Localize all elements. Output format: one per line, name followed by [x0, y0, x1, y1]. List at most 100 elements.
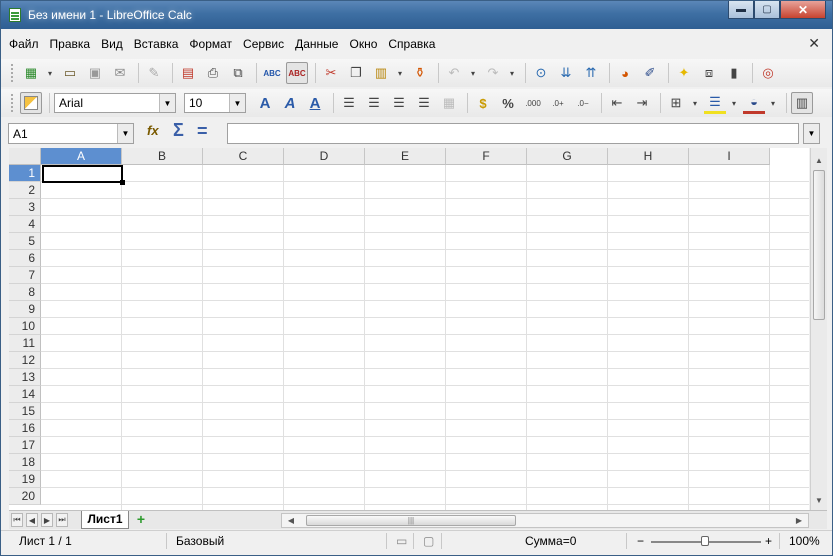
font-color-icon[interactable]: ◒ — [743, 92, 765, 114]
toolbar-grip[interactable] — [11, 64, 14, 82]
number-format-icon[interactable]: .000 — [522, 92, 544, 114]
menu-file[interactable]: Файл — [9, 37, 39, 51]
merge-cells-icon[interactable]: ▦ — [438, 92, 460, 114]
row-header-15[interactable]: 15 — [9, 403, 41, 420]
delete-decimal-icon[interactable]: .0− — [572, 92, 594, 114]
save-icon[interactable]: ▣ — [84, 62, 106, 84]
function-wizard-icon[interactable]: fx — [147, 123, 159, 138]
justify-icon[interactable]: ☰ — [413, 92, 435, 114]
database-icon[interactable]: ▮ — [723, 62, 745, 84]
row-header-20[interactable]: 20 — [9, 488, 41, 505]
row-header-16[interactable]: 16 — [9, 420, 41, 437]
undo-dropdown-icon[interactable]: ▾ — [468, 62, 478, 84]
row-header-13[interactable]: 13 — [9, 369, 41, 386]
column-header-e[interactable]: E — [365, 148, 446, 165]
align-left-icon[interactable]: ☰ — [338, 92, 360, 114]
column-header-b[interactable]: B — [122, 148, 203, 165]
sum-icon[interactable]: Σ — [173, 120, 184, 141]
redo-dropdown-icon[interactable]: ▾ — [507, 62, 517, 84]
background-dropdown-icon[interactable]: ▾ — [729, 92, 739, 114]
gallery-icon[interactable]: ✦ — [673, 62, 695, 84]
row-header-5[interactable]: 5 — [9, 233, 41, 250]
vertical-scrollbar[interactable]: ▲ ▼ — [810, 148, 827, 510]
name-box[interactable]: A1 ▼ — [8, 123, 134, 144]
align-right-icon[interactable]: ☰ — [388, 92, 410, 114]
currency-icon[interactable]: $ — [472, 92, 494, 114]
new-dropdown-icon[interactable]: ▾ — [45, 62, 55, 84]
navigator-icon[interactable]: ⊙ — [530, 62, 552, 84]
scroll-up-icon[interactable]: ▲ — [811, 152, 827, 168]
next-sheet-icon[interactable]: ▶ — [41, 513, 53, 527]
clone-formatting-icon[interactable]: ⚱ — [409, 62, 431, 84]
active-cell-cursor[interactable] — [42, 165, 125, 185]
print-icon[interactable]: ⎙ — [202, 62, 224, 84]
chevron-down-icon[interactable]: ▼ — [159, 94, 175, 112]
help-icon[interactable]: ◎ — [757, 62, 779, 84]
column-header-i[interactable]: I — [689, 148, 770, 165]
add-sheet-icon[interactable]: + — [131, 512, 151, 528]
redo-icon[interactable]: ↷ — [482, 62, 504, 84]
title-bar[interactable]: Без имени 1 - LibreOffice Calc ▬ ▢ ✕ — [1, 1, 832, 29]
row-header-14[interactable]: 14 — [9, 386, 41, 403]
sidebar-toggle-icon[interactable]: ▥ — [791, 92, 813, 114]
row-header-9[interactable]: 9 — [9, 301, 41, 318]
horizontal-scroll-thumb[interactable]: ||| — [306, 515, 516, 526]
last-sheet-icon[interactable]: ⏭ — [56, 513, 68, 527]
row-header-18[interactable]: 18 — [9, 454, 41, 471]
zoom-slider-knob[interactable] — [701, 536, 709, 546]
row-header-7[interactable]: 7 — [9, 267, 41, 284]
chevron-down-icon[interactable]: ▼ — [117, 124, 133, 143]
increase-indent-icon[interactable]: ⇥ — [631, 92, 653, 114]
scroll-right-icon[interactable]: ▶ — [792, 514, 806, 527]
column-header-c[interactable]: C — [203, 148, 284, 165]
row-header-3[interactable]: 3 — [9, 199, 41, 216]
minimize-button[interactable]: ▬ — [728, 1, 754, 19]
paste-icon[interactable]: ▥ — [370, 62, 392, 84]
zoom-level[interactable]: 100% — [789, 534, 820, 548]
page-style[interactable]: Базовый — [176, 534, 224, 548]
selection-mode-icon[interactable]: ▭ — [396, 534, 407, 548]
font-size-combobox[interactable]: 10 ▼ — [184, 93, 246, 113]
row-header-10[interactable]: 10 — [9, 318, 41, 335]
expand-formula-icon[interactable]: ▼ — [803, 123, 820, 144]
close-document-icon[interactable]: ✕ — [808, 35, 820, 52]
sort-descending-icon[interactable]: ⇊ — [555, 62, 577, 84]
italic-icon[interactable]: A — [279, 92, 301, 114]
autospellcheck-icon[interactable]: ABC — [286, 62, 308, 84]
menu-tools[interactable]: Сервис — [243, 37, 284, 51]
font-name-combobox[interactable]: Arial ▼ — [54, 93, 176, 113]
font-color-dropdown-icon[interactable]: ▾ — [768, 92, 778, 114]
print-preview-icon[interactable]: ⧉ — [227, 62, 249, 84]
percent-icon[interactable]: % — [497, 92, 519, 114]
horizontal-scrollbar[interactable]: ◀ ||| ▶ — [281, 513, 809, 528]
column-header-a[interactable]: A — [41, 148, 122, 165]
export-pdf-icon[interactable]: ▤ — [177, 62, 199, 84]
spellcheck-icon[interactable]: ABC — [261, 62, 283, 84]
cut-icon[interactable]: ✂ — [320, 62, 342, 84]
previous-sheet-icon[interactable]: ◀ — [26, 513, 38, 527]
styles-icon[interactable] — [20, 92, 42, 114]
zoom-out-icon[interactable]: − — [637, 534, 644, 548]
add-decimal-icon[interactable]: .0+ — [547, 92, 569, 114]
close-window-button[interactable]: ✕ — [780, 1, 826, 19]
copy-icon[interactable]: ❐ — [345, 62, 367, 84]
row-header-19[interactable]: 19 — [9, 471, 41, 488]
column-header-g[interactable]: G — [527, 148, 608, 165]
column-header-f[interactable]: F — [446, 148, 527, 165]
menu-help[interactable]: Справка — [388, 37, 435, 51]
data-sources-icon[interactable]: ⧈ — [698, 62, 720, 84]
open-icon[interactable]: ▭ — [59, 62, 81, 84]
decrease-indent-icon[interactable]: ⇤ — [606, 92, 628, 114]
borders-dropdown-icon[interactable]: ▾ — [690, 92, 700, 114]
menu-edit[interactable]: Правка — [50, 37, 91, 51]
menu-view[interactable]: Вид — [101, 37, 123, 51]
paste-dropdown-icon[interactable]: ▾ — [395, 62, 405, 84]
sheet-tab[interactable]: Лист1 — [81, 511, 129, 529]
vertical-scroll-thumb[interactable] — [813, 170, 825, 320]
formula-input[interactable] — [227, 123, 799, 144]
toolbar-grip[interactable] — [11, 94, 14, 112]
zoom-in-icon[interactable]: + — [765, 534, 772, 548]
maximize-button[interactable]: ▢ — [754, 1, 780, 19]
menu-data[interactable]: Данные — [295, 37, 338, 51]
spreadsheet-grid[interactable]: ABCDEFGHI 1 2 3 4 5 6 7 8 9 10 11 12 13 14 15 16 17 18 19 2… — [9, 148, 809, 510]
